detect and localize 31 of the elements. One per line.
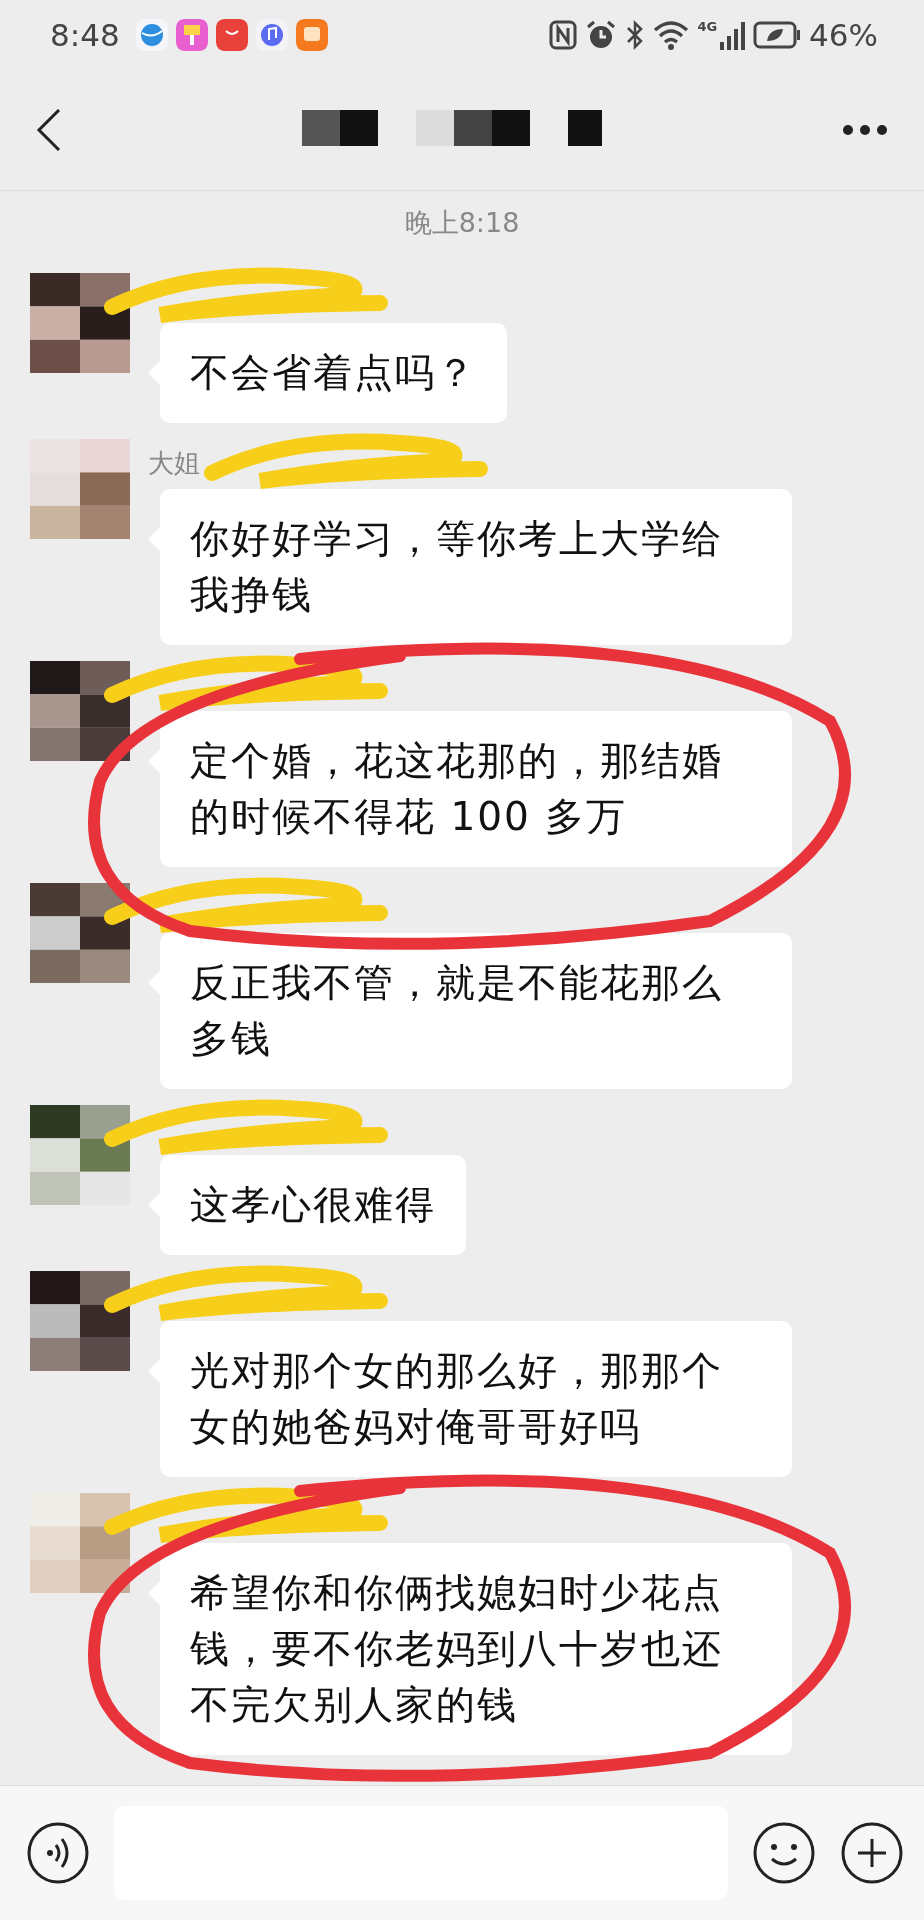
wifi-icon — [653, 20, 690, 50]
back-icon[interactable] — [36, 108, 62, 152]
alarm-icon — [585, 19, 618, 51]
message-bubble[interactable]: 这孝心很难得 — [160, 1155, 466, 1255]
clock: 8:48 — [50, 17, 120, 53]
battery-icon — [753, 21, 802, 49]
pixelated-avatar[interactable] — [30, 883, 130, 983]
plus-icon[interactable] — [840, 1821, 904, 1885]
nfc-icon — [549, 20, 578, 50]
emoji-icon[interactable] — [752, 1821, 816, 1885]
message-bubble[interactable]: 反正我不管，就是不能花那么多钱 — [160, 933, 792, 1089]
pixelated-avatar[interactable] — [30, 273, 130, 373]
brush-app-icon[interactable] — [175, 19, 208, 51]
timestamp: 晚上8:18 — [404, 206, 520, 240]
globe-app-icon[interactable] — [135, 19, 168, 51]
message-bubble[interactable]: 希望你和你俩找媳妇时少花点钱，要不你老妈到八十岁也还不完欠别人家的钱 — [160, 1543, 792, 1755]
message-bubble[interactable]: 光对那个女的那么好，那那个女的她爸妈对俺哥哥好吗 — [160, 1321, 792, 1477]
pixelated-avatar[interactable] — [30, 1105, 130, 1205]
message-bubble[interactable]: 不会省着点吗？ — [160, 323, 507, 423]
message-bubble[interactable]: 你好好学习，等你考上大学给我挣钱 — [160, 489, 792, 645]
more-icon[interactable] — [842, 124, 888, 136]
voice-icon[interactable] — [26, 1821, 90, 1885]
pixelated-avatar[interactable] — [30, 1271, 130, 1371]
signal-icon — [719, 20, 746, 50]
bag-app-icon[interactable] — [215, 19, 248, 51]
network-type: 4G — [697, 20, 718, 34]
pixelated-avatar[interactable] — [30, 661, 130, 761]
battery-percentage: 46% — [809, 17, 878, 53]
message-bubble[interactable]: 定个婚，花这花那的，那结婚的时候不得花 100 多万 — [160, 711, 792, 867]
music-app-icon[interactable] — [255, 19, 288, 51]
sender-name: 大姐 — [148, 448, 200, 478]
